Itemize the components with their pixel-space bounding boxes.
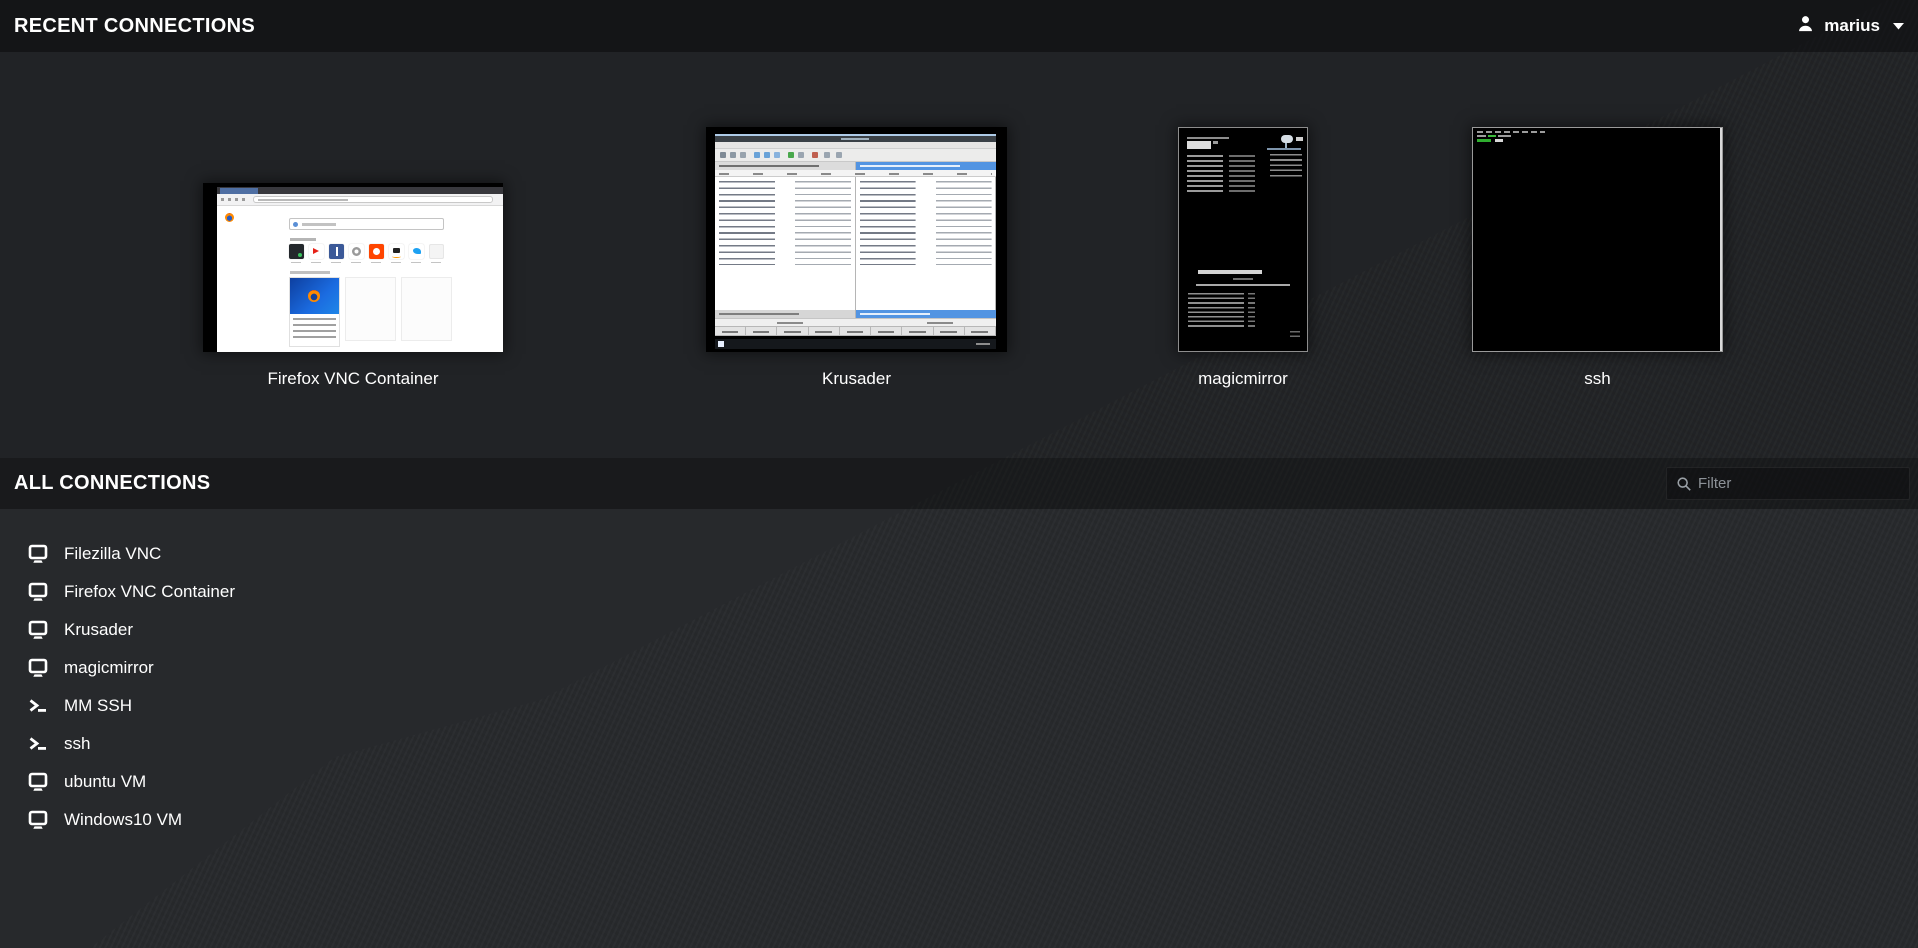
connection-thumbnail-ssh	[1472, 127, 1723, 352]
monitor-icon	[28, 544, 48, 564]
connection-thumbnail-magicmirror	[1178, 127, 1308, 352]
app-header: RECENT CONNECTIONS marius	[0, 0, 1918, 52]
recent-connections-row: Firefox VNC Container Krusader	[0, 127, 1918, 390]
filter-input[interactable]	[1698, 475, 1878, 492]
connection-item-ssh[interactable]: ssh	[28, 725, 110, 763]
recent-connection-ssh[interactable]: ssh	[1472, 127, 1723, 390]
all-connections-header: ALL CONNECTIONS	[0, 458, 1918, 509]
all-connections-list: Filezilla VNC Firefox VNC Container Krus…	[0, 509, 1918, 839]
recent-connections-title: RECENT CONNECTIONS	[14, 15, 255, 38]
connection-item-filezilla-vnc[interactable]: Filezilla VNC	[28, 535, 181, 573]
krusader-window	[715, 134, 996, 336]
connection-item-ubuntu-vm[interactable]: ubuntu VM	[28, 763, 166, 801]
connection-item-krusader[interactable]: Krusader	[28, 611, 153, 649]
mirror-weather-icon	[1281, 135, 1293, 143]
mirror-clock	[1187, 141, 1211, 149]
user-icon	[1796, 14, 1815, 38]
monitor-icon	[28, 582, 48, 602]
connection-thumbnail-krusader	[706, 127, 1007, 352]
terminal-icon	[28, 734, 48, 754]
connection-label: ssh	[1584, 368, 1610, 390]
recent-connections-section: Firefox VNC Container Krusader	[0, 52, 1918, 458]
firefox-logo	[225, 213, 234, 222]
all-connections-title: ALL CONNECTIONS	[14, 472, 210, 495]
monitor-icon	[28, 620, 48, 640]
monitor-icon	[28, 658, 48, 678]
connection-label: Firefox VNC Container	[267, 368, 438, 390]
connection-item-mm-ssh[interactable]: MM SSH	[28, 687, 152, 725]
recent-connection-magicmirror[interactable]: magicmirror	[1178, 127, 1308, 390]
chevron-down-icon	[1893, 17, 1904, 35]
search-icon	[1676, 476, 1692, 492]
connection-item-windows10-vm[interactable]: Windows10 VM	[28, 801, 202, 839]
monitor-icon	[28, 772, 48, 792]
user-name: marius	[1824, 16, 1880, 36]
connection-label: magicmirror	[1198, 368, 1288, 390]
terminal-icon	[28, 696, 48, 716]
terminal-scrollbar	[1720, 128, 1723, 351]
monitor-icon	[28, 810, 48, 830]
pocket-story-card	[289, 277, 340, 347]
recent-connection-firefox-vnc-container[interactable]: Firefox VNC Container	[203, 183, 503, 390]
newtab-top-sites	[289, 244, 449, 266]
connection-thumbnail-firefox	[203, 183, 503, 352]
connection-item-firefox-vnc-container[interactable]: Firefox VNC Container	[28, 573, 255, 611]
user-menu[interactable]: marius	[1796, 14, 1904, 38]
desktop-taskbar	[715, 339, 996, 349]
recent-connection-krusader[interactable]: Krusader	[706, 127, 1007, 390]
newtab-search-bar	[289, 218, 444, 230]
connection-filter	[1666, 467, 1910, 500]
browser-window	[217, 187, 503, 352]
connection-item-magicmirror[interactable]: magicmirror	[28, 649, 174, 687]
connection-label: Krusader	[822, 368, 891, 390]
